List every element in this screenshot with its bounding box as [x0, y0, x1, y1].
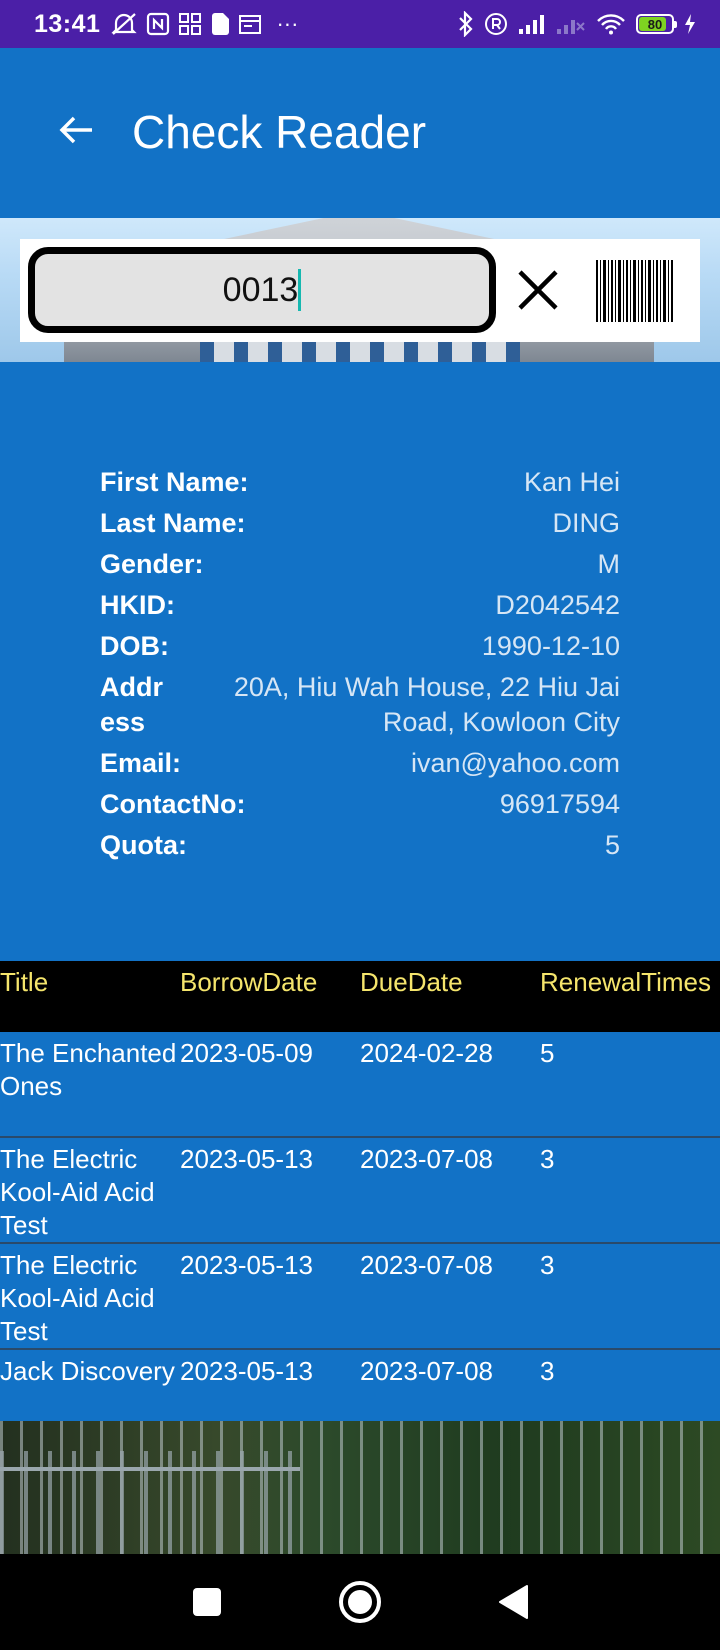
loans-table: Title BorrowDate DueDate RenewalTimes Th…	[0, 961, 720, 1422]
scan-barcode-button[interactable]	[596, 258, 674, 324]
barcode-icon	[596, 260, 673, 322]
square-icon	[192, 1588, 221, 1616]
cell-borrow-date: 2023-05-13	[180, 1250, 313, 1280]
triangle-back-icon	[499, 1585, 529, 1619]
circle-icon	[338, 1581, 381, 1623]
file-icon	[210, 12, 230, 36]
hkid-value: D2042542	[495, 590, 620, 620]
reader-id-value: 0013	[222, 270, 299, 309]
fence	[0, 1451, 300, 1554]
quota-row: Quota: 5	[100, 828, 620, 863]
address-value: 20A, Hiu Wah House, 22 Hiu Jai Road, Kow…	[233, 672, 620, 737]
close-icon	[518, 270, 558, 310]
home-button[interactable]	[330, 1572, 390, 1632]
last-name-row: Last Name: DING	[100, 506, 620, 541]
bluetooth-icon	[458, 11, 474, 37]
gender-row: Gender: M	[100, 547, 620, 582]
column-header-renewal-times: RenewalTimes	[540, 967, 711, 997]
column-header-borrow-date: BorrowDate	[180, 967, 318, 997]
back-button[interactable]	[52, 106, 100, 154]
last-name-value: DING	[552, 508, 621, 538]
column-header-title: Title	[0, 967, 49, 997]
signal-icon	[518, 13, 546, 35]
cell-renewal-times: 3	[540, 1356, 555, 1386]
cell-title: Jack Discovery	[0, 1356, 175, 1386]
quota-value: 5	[604, 830, 620, 860]
gender-label: Gender:	[100, 549, 204, 579]
status-bar: 13:41 ··· 80	[0, 0, 720, 48]
text-caret	[298, 269, 302, 311]
gender-value: M	[597, 549, 621, 579]
cell-renewal-times: 5	[540, 1038, 555, 1068]
recents-button[interactable]	[177, 1572, 237, 1632]
app-bar: Check Reader	[0, 48, 720, 218]
cell-due-date: 2023-07-08	[360, 1250, 493, 1280]
first-name-label: First Name:	[100, 467, 249, 497]
column-header-due-date: DueDate	[360, 967, 463, 997]
cell-due-date: 2023-07-08	[360, 1356, 493, 1386]
table-row[interactable]: The Electric Kool-Aid Acid Test 2023-05-…	[0, 1244, 720, 1350]
reader-id-input[interactable]: 0013	[28, 247, 496, 333]
email-row: Email: ivan@yahoo.com	[100, 746, 620, 781]
status-left-icons: ···	[110, 11, 298, 37]
background-photo	[0, 1421, 720, 1554]
address-label: Address	[100, 672, 163, 737]
dob-row: DOB: 1990-12-10	[100, 629, 620, 664]
reader-details: First Name: Kan Hei Last Name: DING Gend…	[100, 465, 620, 869]
status-right-icons: 80	[458, 11, 696, 37]
cell-due-date: 2023-07-08	[360, 1144, 493, 1174]
contact-value: 96917594	[499, 789, 620, 819]
cell-title: The Electric Kool-Aid Acid Test	[0, 1144, 155, 1240]
status-time: 13:41	[34, 9, 101, 38]
table-row[interactable]: The Electric Kool-Aid Acid Test 2023-05-…	[0, 1138, 720, 1244]
arrow-left-icon	[59, 116, 92, 144]
system-nav-bar	[0, 1554, 720, 1650]
wifi-icon	[596, 13, 626, 35]
roaming-icon	[484, 12, 508, 36]
back-nav-button[interactable]	[483, 1572, 543, 1632]
table-row[interactable]: The Enchanted Ones 2023-05-09 2024-02-28…	[0, 1032, 720, 1138]
contact-row: ContactNo: 96917594	[100, 787, 620, 822]
quota-label: Quota:	[100, 830, 187, 860]
dob-value: 1990-12-10	[481, 631, 620, 661]
first-name-value: Kan Hei	[523, 467, 620, 497]
signal-2-icon	[556, 13, 586, 35]
table-header: Title BorrowDate DueDate RenewalTimes	[0, 961, 720, 1032]
table-row[interactable]: Jack Discovery 2023-05-13 2023-07-08 3	[0, 1350, 720, 1422]
cell-title: The Electric Kool-Aid Acid Test	[0, 1250, 155, 1346]
hkid-row: HKID: D2042542	[100, 588, 620, 623]
apps-icon	[178, 12, 202, 36]
first-name-row: First Name: Kan Hei	[100, 465, 620, 500]
contact-label: ContactNo:	[100, 789, 246, 819]
cell-borrow-date: 2023-05-09	[180, 1038, 313, 1068]
calendar-icon	[238, 12, 262, 36]
charging-icon	[684, 13, 696, 35]
more-icon: ···	[276, 11, 299, 36]
cell-title: The Enchanted Ones	[0, 1038, 177, 1101]
battery-percent: 80	[647, 16, 663, 32]
mute-notification-icon	[110, 12, 138, 36]
last-name-label: Last Name:	[100, 508, 246, 538]
dob-label: DOB:	[100, 631, 169, 661]
nfc-icon	[146, 12, 170, 36]
address-row: Address 20A, Hiu Wah House, 22 Hiu Jai R…	[100, 670, 620, 740]
hkid-label: HKID:	[100, 590, 175, 620]
page-title: Check Reader	[132, 106, 427, 158]
cell-renewal-times: 3	[540, 1250, 555, 1280]
cell-borrow-date: 2023-05-13	[180, 1356, 313, 1386]
cell-due-date: 2024-02-28	[360, 1038, 493, 1068]
battery-icon: 80	[636, 14, 677, 34]
cell-borrow-date: 2023-05-13	[180, 1144, 313, 1174]
clear-button[interactable]	[510, 262, 566, 318]
email-label: Email:	[100, 748, 182, 778]
email-value: ivan@yahoo.com	[410, 748, 620, 778]
cell-renewal-times: 3	[540, 1144, 555, 1174]
